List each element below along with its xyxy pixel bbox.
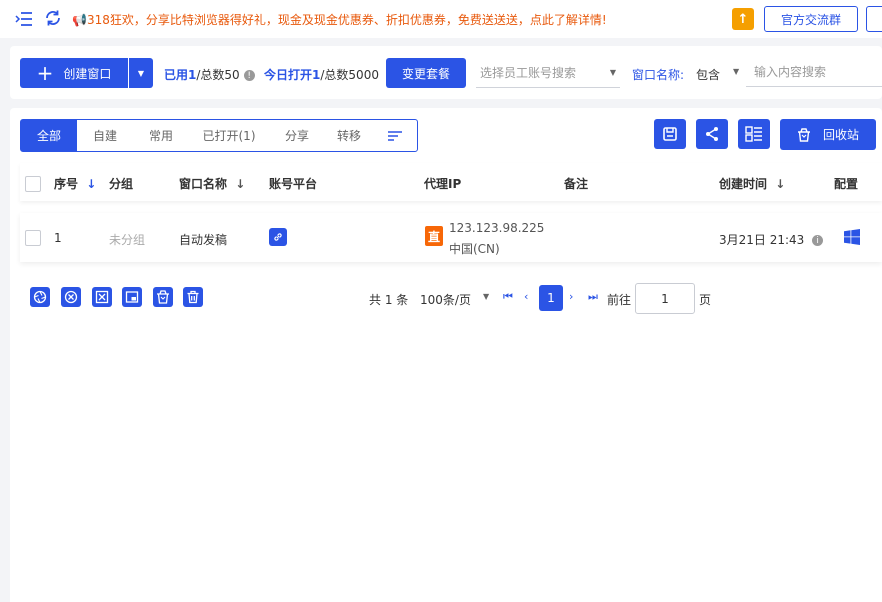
column-name-header[interactable]: 窗口名称 ↓ [179, 175, 245, 192]
staff-account-select[interactable]: 选择员工账号搜索 ▼ [476, 58, 620, 88]
sort-lines-icon[interactable] [373, 120, 417, 151]
picture-in-picture-icon[interactable] [122, 287, 142, 307]
save-icon[interactable] [654, 119, 686, 149]
column-index-header[interactable]: 序号 ↓ [54, 175, 96, 192]
tab-shared[interactable]: 分享 [269, 120, 325, 151]
sort-down-icon[interactable]: ↓ [775, 177, 785, 191]
tab-opened[interactable]: 已打开(1) [189, 120, 269, 151]
refresh-icon[interactable] [43, 8, 63, 28]
match-mode-select[interactable]: 包含 [696, 66, 720, 83]
sort-down-icon[interactable]: ↓ [86, 177, 96, 191]
link-icon[interactable] [269, 228, 287, 246]
tab-self-built[interactable]: 自建 [77, 120, 133, 151]
row-index: 1 [54, 231, 62, 245]
caret-down-icon[interactable]: ▼ [733, 67, 739, 76]
column-note-header: 备注 [564, 177, 589, 191]
pagination-total: 共 1 条 [369, 293, 409, 307]
next-page-icon[interactable]: › [569, 290, 573, 303]
column-created-header[interactable]: 创建时间 ↓ [719, 175, 785, 192]
recycle-bin-button[interactable]: 回收站 [780, 119, 876, 150]
page-number-current[interactable]: 1 [539, 285, 563, 311]
column-group-header: 分组 [109, 177, 134, 191]
overflow-button[interactable] [866, 6, 882, 32]
arrow-up-icon[interactable]: ↑ [732, 8, 754, 30]
row-created-time: 3月21日 21:43 i [719, 231, 824, 248]
windows-icon[interactable] [844, 229, 860, 248]
staff-select-placeholder: 选择员工账号搜索 [480, 66, 577, 80]
sort-down-icon[interactable]: ↓ [235, 177, 245, 191]
column-proxy-header: 代理IP [424, 177, 462, 191]
direct-proxy-badge: 直 [425, 226, 443, 246]
used-label: 已用 [164, 68, 189, 82]
tab-transferred[interactable]: 转移 [325, 120, 373, 151]
create-dropdown-button[interactable]: ▼ [129, 58, 153, 88]
official-group-button[interactable]: 官方交流群 [764, 6, 858, 32]
select-all-checkbox[interactable] [25, 176, 41, 192]
info-icon[interactable]: i [812, 235, 824, 246]
today-label: 今日打开 [264, 68, 313, 82]
aperture-icon[interactable] [30, 287, 50, 307]
page-suffix: 页 [699, 293, 712, 307]
row-group: 未分组 [109, 233, 146, 247]
row-proxy-ip: 123.123.98.225 [449, 221, 545, 235]
column-index-label: 序号 [54, 177, 79, 191]
prev-page-icon[interactable]: ‹ [524, 290, 528, 303]
info-icon[interactable]: ! [243, 70, 255, 81]
change-plan-button[interactable]: 变更套餐 [386, 58, 466, 88]
menu-collapse-icon[interactable] [14, 9, 34, 29]
page-size-select[interactable]: 100条/页 [420, 291, 471, 308]
close-circle-icon[interactable] [61, 287, 81, 307]
tab-all[interactable]: 全部 [21, 120, 77, 151]
plus-icon: + [36, 61, 54, 85]
recycle-bin-label: 回收站 [822, 128, 859, 142]
used-quota: 已用1/总数50! [164, 66, 255, 83]
trash-icon[interactable] [183, 287, 203, 307]
column-created-label: 创建时间 [719, 177, 768, 191]
today-total: /总数5000 [320, 68, 379, 82]
share-icon[interactable] [696, 119, 728, 149]
column-platform-header: 账号平台 [269, 177, 318, 191]
list-view-icon[interactable] [738, 119, 770, 149]
caret-down-icon[interactable]: ▼ [483, 292, 489, 301]
promo-notice[interactable]: 📢318狂欢，分享比特浏览器得好礼，现金及现金优惠券、折扣优惠券，免费送送送，点… [72, 11, 607, 28]
row-created-text: 3月21日 21:43 [719, 233, 805, 247]
caret-down-icon: ▼ [137, 68, 145, 78]
tab-frequent[interactable]: 常用 [133, 120, 189, 151]
row-proxy-region: 中国(CN) [449, 242, 500, 256]
first-page-icon[interactable]: ⏮ [503, 290, 513, 304]
column-name-label: 窗口名称 [179, 177, 228, 191]
last-page-icon[interactable]: ⏭ [588, 290, 598, 304]
today-opened: 今日打开1/总数5000 [264, 66, 379, 83]
caret-down-icon: ▼ [609, 68, 616, 77]
close-square-icon[interactable] [92, 287, 112, 307]
search-input[interactable] [746, 58, 882, 87]
create-window-button[interactable]: + 创建窗口 [20, 58, 128, 88]
row-window-name[interactable]: 自动发稿 [179, 231, 227, 248]
used-total: /总数50 [196, 68, 240, 82]
recycle-icon [797, 127, 810, 142]
row-checkbox[interactable] [25, 230, 41, 246]
create-window-label: 创建窗口 [63, 66, 112, 81]
filter-tabs: 全部 自建 常用 已打开(1) 分享 转移 [20, 119, 418, 152]
goto-page-input[interactable] [635, 283, 695, 314]
recycle-icon[interactable] [153, 287, 173, 307]
window-name-filter-label: 窗口名称: [632, 68, 685, 82]
goto-label: 前往 [607, 293, 632, 307]
column-config-header: 配置 [834, 177, 859, 191]
